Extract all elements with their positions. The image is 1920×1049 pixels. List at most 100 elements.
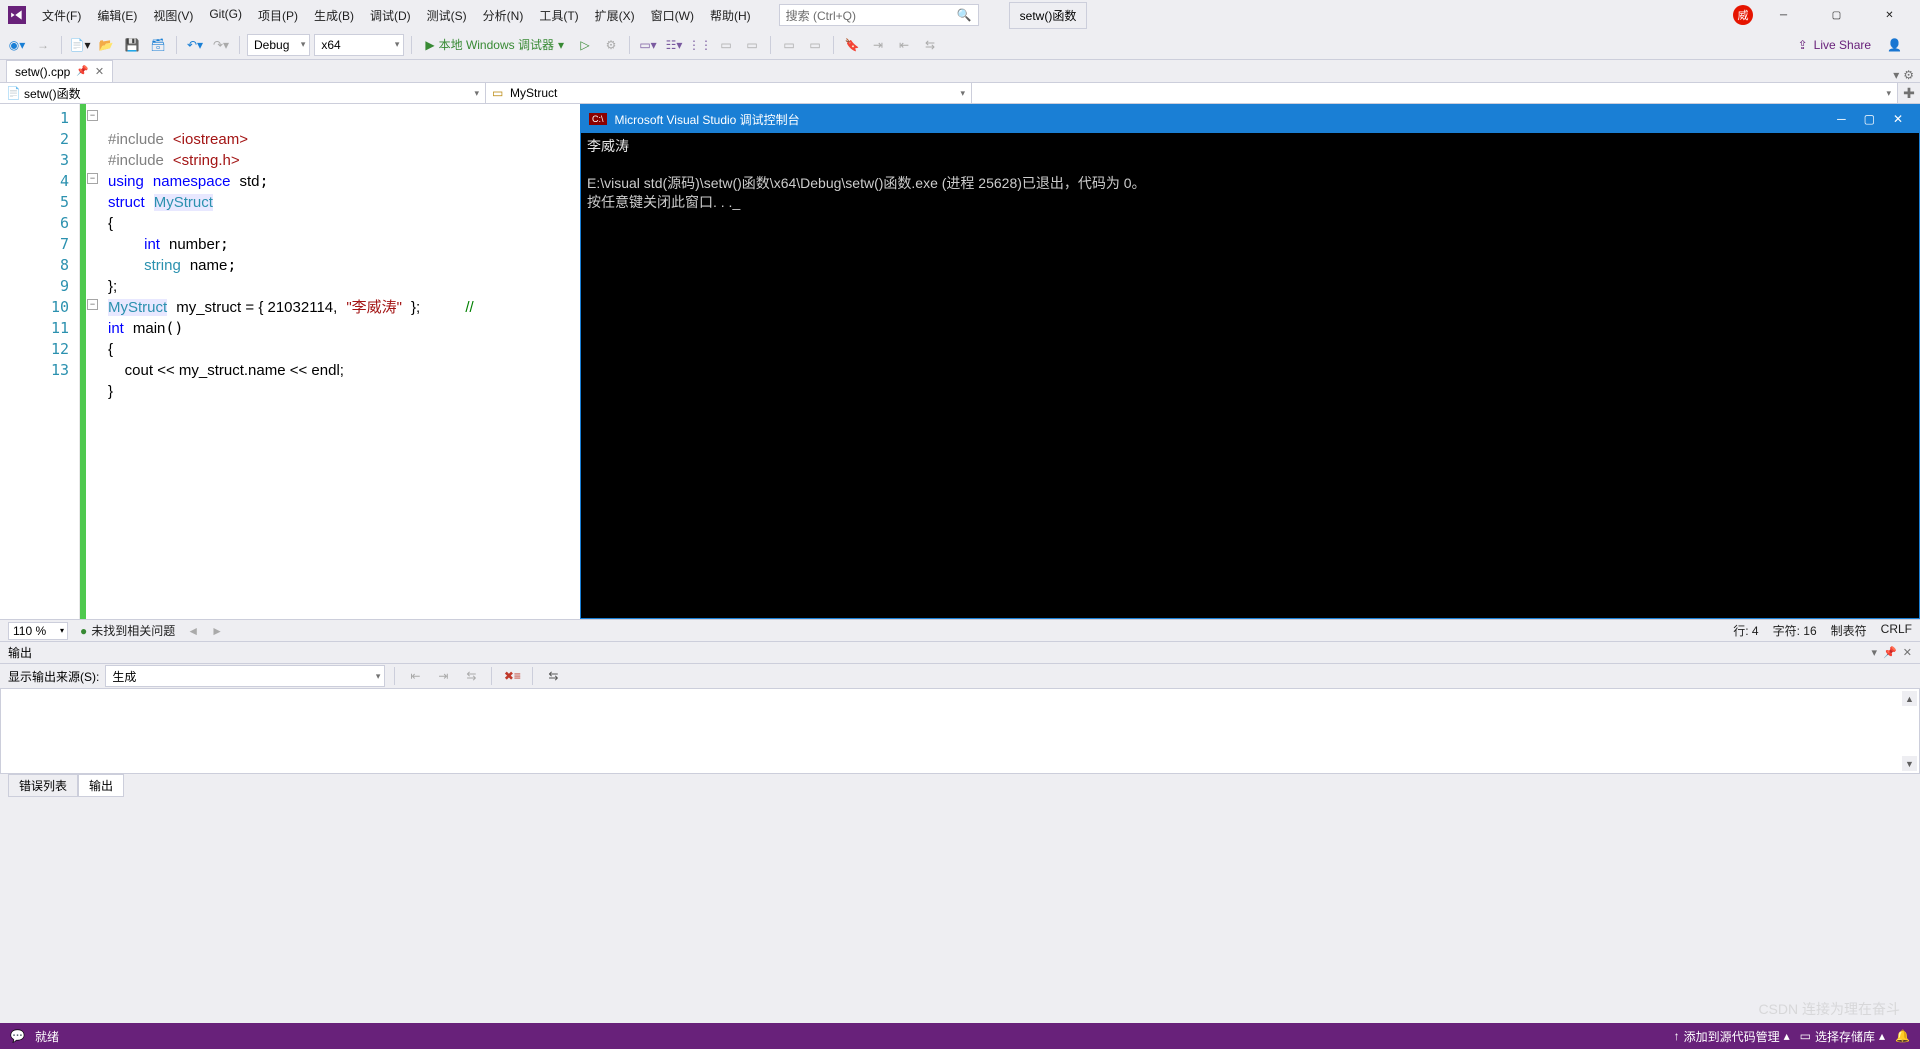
output-wrap-btn[interactable]: ⇆ <box>542 665 564 687</box>
cpp-file-icon: 📄 <box>6 86 20 100</box>
save-all-button[interactable]: 🗃 <box>147 34 169 56</box>
nav-right-icon[interactable]: ► <box>211 624 223 638</box>
nav-fwd-button[interactable]: → <box>32 34 54 56</box>
output-source-dropdown[interactable]: 生成 <box>105 665 385 687</box>
search-input[interactable]: 搜索 (Ctrl+Q) 🔍 <box>779 4 979 26</box>
fold-toggle[interactable]: − <box>87 173 98 184</box>
output-indent-btn-2[interactable]: ⇥ <box>432 665 454 687</box>
issues-indicator[interactable]: ● 未找到相关问题 <box>80 622 175 639</box>
chevron-up-icon: ▴ <box>1879 1029 1885 1043</box>
menu-item[interactable]: 扩展(X) <box>587 3 643 28</box>
nav-split-button[interactable]: ✚ <box>1898 83 1920 103</box>
minimize-button[interactable]: ─ <box>1761 0 1806 30</box>
menu-item[interactable]: 视图(V) <box>145 3 201 28</box>
close-button[interactable]: ✕ <box>1867 0 1912 30</box>
fold-toggle[interactable]: − <box>87 110 98 121</box>
avatar[interactable]: 威 <box>1733 5 1753 25</box>
scroll-up-icon[interactable]: ▲ <box>1902 691 1917 706</box>
new-file-button[interactable]: 📄▾ <box>69 34 91 56</box>
eol-mode[interactable]: CRLF <box>1881 622 1912 639</box>
scroll-down-icon[interactable]: ▼ <box>1902 756 1917 771</box>
zoom-dropdown[interactable]: 110 % <box>8 622 68 640</box>
console-title-text: Microsoft Visual Studio 调试控制台 <box>615 111 800 128</box>
tab-dropdown-icon[interactable]: ▾ <box>1893 68 1899 82</box>
liveshare-button[interactable]: ⇪ Live Share 👤 <box>1798 38 1914 52</box>
menu-item[interactable]: 编辑(E) <box>89 3 145 28</box>
console-close-button[interactable]: ✕ <box>1893 112 1903 126</box>
menu-item[interactable]: 窗口(W) <box>643 3 702 28</box>
bookmark-btn[interactable]: 🔖 <box>841 34 863 56</box>
console-maximize-button[interactable]: ▢ <box>1864 112 1875 126</box>
pin-icon[interactable]: 📌 <box>76 66 88 77</box>
nav-member-dropdown[interactable] <box>972 83 1898 103</box>
close-icon[interactable]: ✕ <box>95 65 104 78</box>
menu-item[interactable]: 工具(T) <box>531 3 586 28</box>
tab-options-icon[interactable]: ⚙ <box>1903 68 1914 82</box>
upload-icon: ↑ <box>1674 1029 1680 1043</box>
tab-output[interactable]: 输出 <box>78 774 124 797</box>
search-icon: 🔍 <box>957 8 972 22</box>
indent-mode[interactable]: 制表符 <box>1831 622 1867 639</box>
maximize-button[interactable]: ▢ <box>1814 0 1859 30</box>
scm-button[interactable]: ↑ 添加到源代码管理 ▴ <box>1674 1028 1790 1045</box>
start-nodbg-button[interactable]: ▷ <box>574 34 596 56</box>
uncomment-btn[interactable]: ▭ <box>804 34 826 56</box>
check-icon: ● <box>80 624 87 638</box>
nav-class-dropdown[interactable]: ▭ MyStruct <box>486 83 972 103</box>
attach-button[interactable]: ⚙ <box>600 34 622 56</box>
menu-item[interactable]: 生成(B) <box>306 3 362 28</box>
output-indent-btn-1[interactable]: ⇤ <box>404 665 426 687</box>
status-ready: 就绪 <box>35 1028 59 1045</box>
console-output[interactable]: 李威涛 E:\visual std(源码)\setw()函数\x64\Debug… <box>581 133 1919 216</box>
output-close-icon[interactable]: ✕ <box>1903 646 1912 659</box>
menu-item[interactable]: 项目(P) <box>250 3 306 28</box>
layout-btn-2[interactable]: ☷▾ <box>663 34 685 56</box>
indent-btn-2[interactable]: ⇤ <box>893 34 915 56</box>
line-number: 2 <box>0 129 69 150</box>
layout-btn-5[interactable]: ▭ <box>741 34 763 56</box>
redo-button[interactable]: ↷▾ <box>210 34 232 56</box>
menu-item[interactable]: 分析(N) <box>475 3 532 28</box>
bell-icon[interactable]: 🔔 <box>1895 1029 1910 1043</box>
open-button[interactable]: 📂 <box>95 34 117 56</box>
platform-dropdown[interactable]: x64 <box>314 34 404 56</box>
output-dropdown-icon[interactable]: ▾ <box>1872 646 1878 659</box>
layout-btn-1[interactable]: ▭▾ <box>637 34 659 56</box>
output-pin-icon[interactable]: 📌 <box>1883 646 1897 659</box>
layout-btn-4[interactable]: ▭ <box>715 34 737 56</box>
menu-item[interactable]: 帮助(H) <box>702 3 759 28</box>
feedback-icon[interactable]: 💬 <box>10 1029 25 1043</box>
start-debug-button[interactable]: ▶ 本地 Windows 调试器 ▾ <box>419 36 570 53</box>
output-indent-btn-3[interactable]: ⇆ <box>460 665 482 687</box>
layout-btn-3[interactable]: ⋮⋮ <box>689 34 711 56</box>
nav-left-icon[interactable]: ◄ <box>187 624 199 638</box>
output-text-area[interactable]: ▲ ▼ <box>0 688 1920 774</box>
nav-project-dropdown[interactable]: 📄 setw()函数 <box>0 83 486 103</box>
config-dropdown[interactable]: Debug <box>247 34 310 56</box>
project-name-label: setw()函数 <box>1009 2 1088 29</box>
tab-error-list[interactable]: 错误列表 <box>8 774 78 797</box>
tab-setw-cpp[interactable]: setw().cpp 📌 ✕ <box>6 60 113 82</box>
comment-btn[interactable]: ▭ <box>778 34 800 56</box>
menu-item[interactable]: Git(G) <box>201 3 250 28</box>
menu-item[interactable]: 文件(F) <box>34 3 89 28</box>
save-button[interactable]: 💾 <box>121 34 143 56</box>
indent-btn-1[interactable]: ⇥ <box>867 34 889 56</box>
nav-back-button[interactable]: ◉▾ <box>6 34 28 56</box>
menu-item[interactable]: 调试(D) <box>362 3 419 28</box>
fold-column: − − − <box>86 104 100 619</box>
console-title-bar[interactable]: C:\ Microsoft Visual Studio 调试控制台 ─ ▢ ✕ <box>581 105 1919 133</box>
line-number: 10 <box>0 297 69 318</box>
line-number: 12 <box>0 339 69 360</box>
output-clear-btn[interactable]: ✖≡ <box>501 665 523 687</box>
search-placeholder: 搜索 (Ctrl+Q) <box>786 7 856 24</box>
repo-button[interactable]: ▭ 选择存储库 ▴ <box>1800 1028 1885 1045</box>
fold-toggle[interactable]: − <box>87 299 98 310</box>
indent-btn-3[interactable]: ⇆ <box>919 34 941 56</box>
liveshare-icon: ⇪ <box>1798 38 1808 52</box>
menu-item[interactable]: 测试(S) <box>419 3 475 28</box>
line-number: 8 <box>0 255 69 276</box>
chevron-up-icon: ▴ <box>1784 1029 1790 1043</box>
undo-button[interactable]: ↶▾ <box>184 34 206 56</box>
console-minimize-button[interactable]: ─ <box>1837 112 1846 126</box>
